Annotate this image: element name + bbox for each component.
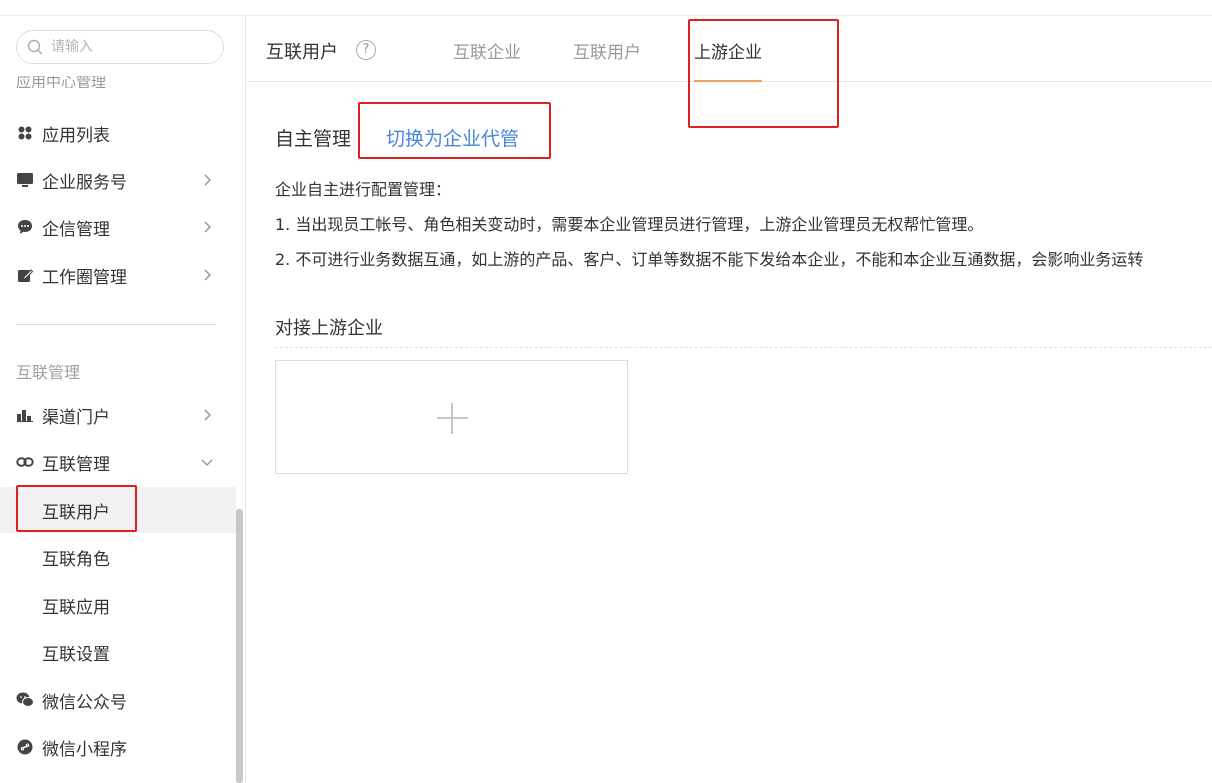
sidebar-item-app-list[interactable]: 应用列表 (0, 110, 236, 156)
sidebar-item-work-circle[interactable]: 工作圈管理 (0, 252, 236, 298)
mini-program-icon (16, 738, 34, 756)
sidebar-subitem-label: 互联应用 (42, 597, 110, 618)
management-mode-label: 自主管理 (275, 128, 352, 150)
top-strip (0, 0, 1212, 16)
chevron-right-icon (200, 267, 214, 281)
chat-bubble-icon (16, 218, 34, 236)
sidebar-divider (16, 324, 216, 325)
section-divider (275, 347, 1212, 348)
sidebar-item-label: 企信管理 (42, 219, 110, 240)
sidebar-subitem-label: 互联设置 (42, 644, 110, 665)
search-icon (27, 39, 43, 55)
chevron-right-icon (200, 172, 214, 186)
add-upstream-enterprise-button[interactable] (275, 360, 628, 474)
sidebar-item-label: 微信小程序 (42, 739, 127, 760)
search-box[interactable] (16, 30, 224, 64)
tab-bar: 互联用户 ? 互联企业 互联用户 上游企业 (247, 16, 1212, 82)
main-panel: 互联用户 ? 互联企业 互联用户 上游企业 自主管理 切换为企业代管 企业自主进… (247, 16, 1212, 783)
sidebar-subitem-label: 互联用户 (42, 502, 110, 523)
chevron-down-icon (200, 454, 214, 468)
switch-to-delegated-link[interactable]: 切换为企业代管 (386, 124, 519, 151)
chevron-right-icon (200, 407, 214, 421)
sidebar-item-label: 微信公众号 (42, 692, 127, 713)
section-heading-cut: 应用中心管理 (16, 76, 107, 88)
tab-upstream-enterprises[interactable]: 上游企业 (694, 38, 762, 63)
chevron-right-icon (200, 219, 214, 233)
sidebar-subitem-interconnect-users[interactable]: 互联用户 (0, 487, 236, 533)
monitor-icon (16, 171, 34, 189)
sidebar-item-label: 应用列表 (42, 125, 110, 146)
sidebar-scrollbar[interactable] (236, 509, 243, 783)
active-tab-indicator (694, 80, 762, 82)
sidebar-item-label: 渠道门户 (42, 407, 110, 428)
link-icon (16, 453, 34, 471)
sidebar-item-label: 企业服务号 (42, 172, 127, 193)
group-title: 互联管理 (16, 363, 81, 382)
page-title: 互联用户 (266, 42, 338, 63)
sidebar-item-messaging[interactable]: 企信管理 (0, 204, 236, 250)
edit-icon (16, 266, 34, 284)
tab-interconnect-users[interactable]: 互联用户 (573, 38, 641, 63)
sidebar-item-label: 工作圈管理 (42, 267, 127, 288)
bar-chart-icon (16, 406, 34, 424)
sidebar-subitem-interconnect-apps[interactable]: 互联应用 (0, 582, 236, 628)
sidebar-item-wechat-official[interactable]: 微信公众号 (0, 677, 236, 723)
plus-icon-vertical (451, 403, 453, 434)
description-line-2: 2. 不可进行业务数据互通，如上游的产品、客户、订单等数据不能下发给本企业，不能… (275, 250, 1144, 269)
wechat-icon (16, 691, 34, 709)
sidebar: 应用中心管理 应用列表 企业服务号 企信管理 工作圈管理 互联 (0, 16, 246, 783)
help-icon[interactable]: ? (356, 40, 376, 60)
section-title-upstream: 对接上游企业 (275, 318, 383, 339)
sidebar-item-label: 互联管理 (42, 454, 110, 475)
sidebar-subitem-interconnect-roles[interactable]: 互联角色 (0, 534, 236, 580)
search-input[interactable] (51, 37, 211, 57)
tab-interconnect-enterprises[interactable]: 互联企业 (453, 38, 521, 63)
sidebar-subitem-interconnect-settings[interactable]: 互联设置 (0, 629, 236, 675)
sidebar-item-channel-portal[interactable]: 渠道门户 (0, 392, 236, 438)
description-title: 企业自主进行配置管理： (275, 180, 452, 199)
sidebar-item-service-account[interactable]: 企业服务号 (0, 157, 236, 203)
sidebar-item-interconnect[interactable]: 互联管理 (0, 439, 236, 485)
grid-icon (16, 124, 34, 142)
sidebar-item-wechat-mini-program[interactable]: 微信小程序 (0, 724, 236, 770)
sidebar-subitem-label: 互联角色 (42, 549, 110, 570)
description-line-1: 1. 当出现员工帐号、角色相关变动时，需要本企业管理员进行管理，上游企业管理员无… (275, 215, 984, 234)
